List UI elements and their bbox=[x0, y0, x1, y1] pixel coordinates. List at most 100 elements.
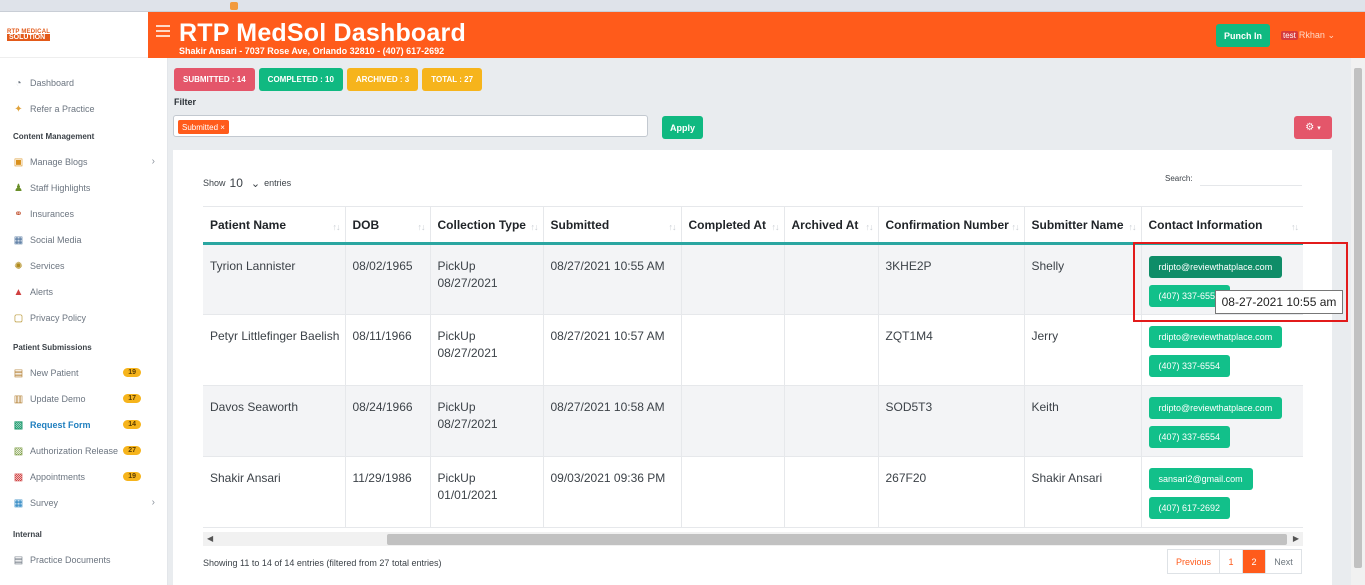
sidebar-item-new-patient[interactable]: ▤ New Patient 19 bbox=[0, 360, 167, 386]
chevron-right-icon: › bbox=[151, 497, 155, 508]
sidebar-item-label: New Patient bbox=[30, 368, 79, 378]
page-2-button[interactable]: 2 bbox=[1243, 550, 1266, 573]
sidebar-item-survey[interactable]: ▦ Survey › bbox=[0, 490, 167, 516]
collection-date: 08/27/2021 bbox=[437, 417, 498, 431]
phone-button[interactable]: (407) 617-2692 bbox=[1148, 497, 1231, 519]
punch-in-button[interactable]: Punch In bbox=[1216, 24, 1270, 47]
sidebar-item-insurances[interactable]: ⚭ Insurances bbox=[0, 201, 167, 227]
chevron-right-icon: › bbox=[151, 156, 155, 167]
sidebar-item-authorization-release[interactable]: ▨ Authorization Release 27 bbox=[0, 438, 167, 464]
scroll-left-icon[interactable]: ◀ bbox=[207, 534, 213, 543]
sort-icon: ↑↓ bbox=[865, 222, 874, 232]
column-header-archived-at[interactable]: Archived At ↑↓ bbox=[784, 206, 879, 245]
cell-submitted: 08/27/2021 10:55 AM bbox=[543, 243, 682, 315]
sort-icon: ↑↓ bbox=[1011, 222, 1020, 232]
column-header-patient-name[interactable]: Patient Name ↑↓ bbox=[203, 206, 346, 245]
sidebar-item-refer-a-practice[interactable]: ✦ Refer a Practice bbox=[0, 96, 167, 122]
sidebar-item-label: Staff Highlights bbox=[30, 183, 91, 193]
section-patient-submissions: Patient Submissions bbox=[13, 343, 92, 352]
table-panel: Show 10 ⌄ entries Search: Patient Name ↑↓ … bbox=[173, 150, 1332, 585]
sidebar-item-update-demo[interactable]: ▥ Update Demo 17 bbox=[0, 386, 167, 412]
total-count-badge[interactable]: TOTAL : 27 bbox=[422, 68, 483, 91]
search-input[interactable] bbox=[1200, 168, 1302, 186]
column-title: Contact Information bbox=[1148, 217, 1263, 232]
filter-input[interactable]: Submitted × bbox=[173, 115, 648, 137]
cell-collection-type: PickUp 08/27/2021 bbox=[430, 314, 544, 386]
documents-icon: ▤ bbox=[13, 554, 24, 566]
vertical-scrollbar[interactable] bbox=[1351, 58, 1365, 585]
column-header-dob[interactable]: DOB ↑↓ bbox=[345, 206, 431, 245]
sidebar-item-request-form[interactable]: ▧ Request Form 14 bbox=[0, 412, 167, 438]
collection-date: 08/27/2021 bbox=[437, 346, 498, 360]
logo[interactable]: RTP MEDICAL SOLUTION bbox=[7, 29, 51, 41]
sidebar-item-privacy-policy[interactable]: ▢ Privacy Policy bbox=[0, 305, 167, 331]
email-button[interactable]: rdipto@reviewthatplace.com bbox=[1148, 256, 1283, 278]
page-size-select[interactable]: 10 ⌄ bbox=[230, 176, 261, 190]
column-header-submitter-name[interactable]: Submitter Name ↑↓ bbox=[1024, 206, 1142, 245]
page-title: RTP MedSol Dashboard bbox=[179, 19, 466, 47]
column-header-collection-type[interactable]: Collection Type ↑↓ bbox=[430, 206, 544, 245]
filter-chip-submitted[interactable]: Submitted × bbox=[178, 120, 229, 134]
table-row: Tyrion Lannister 08/02/1965 PickUp 08/27/… bbox=[203, 243, 1303, 315]
browser-tab-icon bbox=[230, 2, 238, 10]
previous-page-button[interactable]: Previous bbox=[1168, 550, 1220, 573]
sidebar-item-manage-blogs[interactable]: ▣ Manage Blogs › bbox=[0, 149, 167, 175]
email-button[interactable]: sansari2@gmail.com bbox=[1148, 468, 1253, 490]
horizontal-scrollbar[interactable]: ◀ ▶ bbox=[203, 532, 1303, 546]
cell-contact-information: rdipto@reviewthatplace.com (407) 337-655… bbox=[1141, 385, 1303, 457]
scrollbar-thumb[interactable] bbox=[387, 534, 1287, 545]
completed-count-badge[interactable]: COMPLETED : 10 bbox=[258, 68, 343, 91]
sidebar-item-services[interactable]: ✺ Services bbox=[0, 253, 167, 279]
column-title: Submitted bbox=[550, 217, 610, 232]
scroll-right-icon[interactable]: ▶ bbox=[1293, 534, 1299, 543]
next-page-button[interactable]: Next bbox=[1266, 550, 1301, 573]
collection-date: 01/01/2021 bbox=[437, 488, 498, 502]
phone-button[interactable]: (407) 337-6554 bbox=[1148, 426, 1231, 448]
user-name: Rkhan bbox=[1298, 30, 1325, 40]
page-1-button[interactable]: 1 bbox=[1220, 550, 1243, 573]
phone-button[interactable]: (407) 337-6554 bbox=[1148, 355, 1231, 377]
top-header: RTP MedSol Dashboard Shakir Ansari - 703… bbox=[148, 12, 1365, 58]
archived-count-badge[interactable]: ARCHIVED : 3 bbox=[346, 68, 419, 91]
sidebar-item-social-media[interactable]: ▦ Social Media bbox=[0, 227, 167, 253]
insurance-icon: ⚭ bbox=[14, 208, 23, 220]
staff-icon: ♟ bbox=[14, 182, 23, 194]
cell-archived-at bbox=[784, 456, 879, 528]
hamburger-menu-icon[interactable] bbox=[156, 25, 170, 37]
cell-submitter-name: Keith bbox=[1024, 385, 1142, 457]
column-header-confirmation-number[interactable]: Confirmation Number ↑↓ bbox=[878, 206, 1025, 245]
column-title: Confirmation Number bbox=[885, 217, 1009, 232]
count-badge: 19 bbox=[123, 368, 141, 377]
chevron-down-icon: ⌄ bbox=[1327, 30, 1335, 40]
entries-label: entries bbox=[264, 178, 292, 188]
table-row: Shakir Ansari 11/29/1986 PickUp 01/01/202… bbox=[203, 456, 1303, 528]
sidebar-item-label: Refer a Practice bbox=[30, 104, 95, 114]
sidebar-item-appointments[interactable]: ▩ Appointments 19 bbox=[0, 464, 167, 490]
sidebar-item-alerts[interactable]: ▲ Alerts bbox=[0, 279, 167, 305]
column-header-submitted[interactable]: Submitted ↑↓ bbox=[543, 206, 682, 245]
survey-icon: ▦ bbox=[13, 497, 24, 509]
show-label: Show bbox=[203, 178, 226, 188]
sidebar-item-practice-documents[interactable]: ▤ Practice Documents bbox=[0, 547, 167, 573]
scrollbar-thumb[interactable] bbox=[1354, 68, 1362, 568]
apply-button[interactable]: Apply bbox=[662, 116, 703, 139]
user-menu[interactable]: test Rkhan ⌄ bbox=[1281, 30, 1335, 41]
column-header-completed-at[interactable]: Completed At ↑↓ bbox=[681, 206, 785, 245]
settings-dropdown-button[interactable]: ⚙ ▾ bbox=[1294, 116, 1332, 139]
sort-icon: ↑↓ bbox=[332, 222, 341, 232]
browser-bar bbox=[0, 0, 1365, 12]
sidebar-item-staff-highlights[interactable]: ♟ Staff Highlights bbox=[0, 175, 167, 201]
sort-icon: ↑↓ bbox=[417, 222, 426, 232]
table-row: Petyr Littlefinger Baelish 08/11/1966 Pi… bbox=[203, 314, 1303, 386]
sidebar-item-dashboard[interactable]: ◔ Dashboard bbox=[0, 70, 167, 96]
email-button[interactable]: rdipto@reviewthatplace.com bbox=[1148, 397, 1283, 419]
sidebar-item-label: Dashboard bbox=[30, 78, 75, 88]
column-header-contact-information[interactable]: Contact Information ↑↓ bbox=[1141, 206, 1303, 245]
cell-submitted: 08/27/2021 10:57 AM bbox=[543, 314, 682, 386]
cell-collection-type: PickUp 08/27/2021 bbox=[430, 243, 544, 315]
email-button[interactable]: rdipto@reviewthatplace.com bbox=[1148, 326, 1283, 348]
services-icon: ✺ bbox=[14, 260, 23, 272]
submitted-count-badge[interactable]: SUBMITTED : 14 bbox=[174, 68, 255, 91]
caret-down-icon: ▾ bbox=[1317, 124, 1321, 132]
authorization-icon: ▨ bbox=[13, 445, 24, 457]
